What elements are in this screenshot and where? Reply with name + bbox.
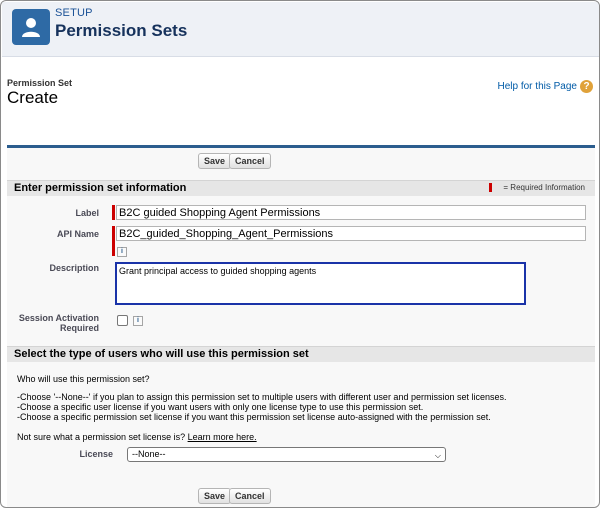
- page-title: Create: [7, 88, 59, 107]
- section-title-info: Enter permission set information: [14, 182, 187, 194]
- session-activation-label: Session Activation Required: [18, 313, 99, 333]
- label-field-label: Label: [75, 208, 99, 218]
- question-text: Who will use this permission set?: [17, 374, 150, 384]
- save-button-top[interactable]: Save: [198, 153, 232, 169]
- required-indicator-label: [112, 205, 115, 220]
- setup-label: SETUP: [55, 7, 93, 19]
- page-subtitle: Permission Set: [7, 78, 73, 88]
- required-indicator-api-name: [112, 226, 115, 256]
- window-frame: SETUP Permission Sets Permission Set Cre…: [0, 0, 600, 508]
- api-name-input[interactable]: [116, 226, 586, 241]
- learn-more-link[interactable]: Learn more here.: [188, 432, 257, 442]
- section-title-user-type: Select the type of users who will use th…: [14, 348, 309, 360]
- bullet-permission-set-license: -Choose a specific permission set licens…: [17, 412, 491, 422]
- help-link[interactable]: Help for this Page: [498, 81, 578, 92]
- description-textarea[interactable]: Grant principal access to guided shoppin…: [115, 262, 526, 305]
- license-select[interactable]: --None-- ⌵: [127, 447, 446, 462]
- setup-title: Permission Sets: [55, 21, 188, 40]
- required-legend: = Required Information: [503, 183, 585, 192]
- not-sure-label: Not sure what a permission set license i…: [17, 432, 186, 442]
- help-icon[interactable]: ?: [580, 80, 593, 93]
- required-indicator-legend: [489, 183, 492, 192]
- label-input[interactable]: [116, 205, 586, 220]
- user-icon: [12, 9, 50, 45]
- license-selected-value: --None--: [132, 449, 166, 459]
- cancel-button-top[interactable]: Cancel: [229, 153, 271, 169]
- not-sure-text: Not sure what a permission set license i…: [17, 433, 257, 442]
- api-name-info-icon[interactable]: i: [117, 247, 127, 257]
- api-name-field-label: API Name: [56, 229, 99, 239]
- license-field-label: License: [79, 449, 113, 459]
- bullet-none: -Choose '--None--' if you plan to assign…: [17, 392, 507, 402]
- save-button-bottom[interactable]: Save: [198, 488, 232, 504]
- cancel-button-bottom[interactable]: Cancel: [229, 488, 271, 504]
- session-activation-info-icon[interactable]: i: [133, 316, 143, 326]
- session-activation-checkbox[interactable]: [117, 315, 128, 326]
- setup-header: SETUP Permission Sets: [2, 2, 599, 57]
- chevron-down-icon: ⌵: [434, 451, 441, 460]
- bullet-user-license: -Choose a specific user license if you w…: [17, 402, 424, 412]
- description-field-label: Description: [49, 263, 99, 273]
